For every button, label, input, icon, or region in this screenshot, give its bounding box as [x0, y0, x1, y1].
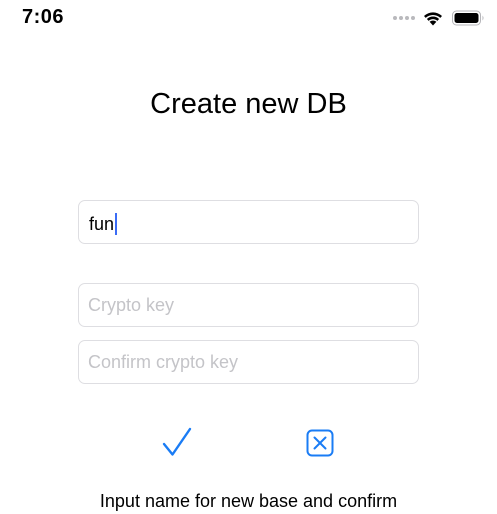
- db-name-value: fun: [89, 213, 115, 234]
- confirm-button[interactable]: [162, 426, 192, 458]
- close-square-icon: [306, 429, 334, 457]
- status-time: 7:06: [22, 6, 65, 28]
- db-name-input[interactable]: fun: [78, 200, 419, 244]
- status-icons: [393, 9, 485, 27]
- page-title: Create new DB: [150, 88, 347, 120]
- text-caret: [115, 213, 118, 235]
- instruction-text: Input name for new base and confirm: [99, 491, 398, 511]
- battery-icon: [452, 10, 484, 26]
- signal-dots-icon: [393, 16, 415, 20]
- wifi-icon: [424, 12, 442, 26]
- crypto-key-input[interactable]: [78, 283, 419, 327]
- confirm-crypto-key-input[interactable]: [78, 340, 419, 384]
- checkmark-icon: [162, 427, 192, 456]
- cancel-button[interactable]: [306, 429, 334, 457]
- status-bar: 7:06: [0, 0, 497, 36]
